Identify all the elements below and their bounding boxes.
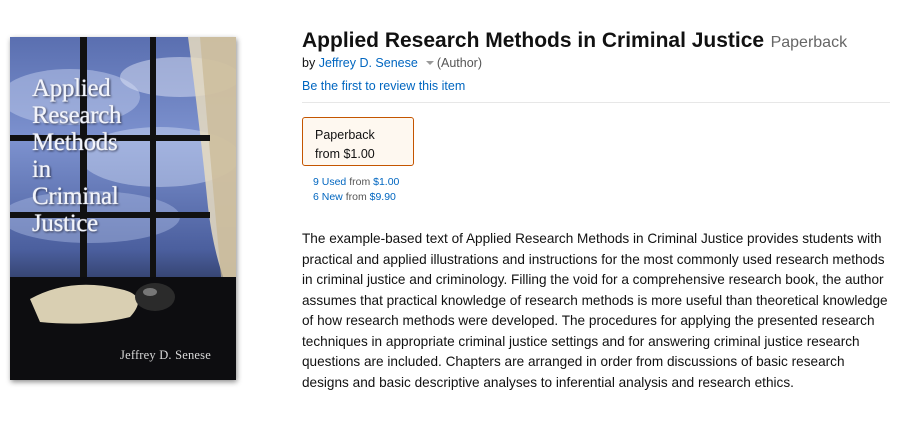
format-option-price: from $1.00 bbox=[315, 147, 375, 161]
author-link[interactable]: Jeffrey D. Senese bbox=[319, 56, 418, 70]
new-price[interactable]: $9.90 bbox=[370, 191, 396, 203]
chevron-down-icon[interactable] bbox=[425, 61, 434, 65]
format-option-label: Paperback bbox=[315, 128, 375, 142]
used-price[interactable]: $1.00 bbox=[373, 176, 399, 188]
product-format: Paperback bbox=[770, 34, 848, 51]
cover-author: Jeffrey D. Senese bbox=[120, 348, 211, 362]
divider bbox=[302, 102, 890, 103]
product-description: The example-based text of Applied Resear… bbox=[302, 231, 888, 390]
product-title-row: Applied Research Methods in Criminal Jus… bbox=[302, 29, 847, 53]
new-offers-link[interactable]: 6 New bbox=[313, 191, 343, 203]
used-from-label: from bbox=[349, 176, 371, 188]
new-from-label: from bbox=[345, 191, 367, 203]
format-option-paperback[interactable]: Paperback from $1.00 bbox=[302, 117, 414, 166]
cover-title: Applied Research Methods in Criminal Jus… bbox=[32, 75, 122, 237]
review-link[interactable]: Be the first to review this item bbox=[302, 79, 465, 93]
by-label: by bbox=[302, 56, 316, 70]
author-role: (Author) bbox=[436, 56, 482, 70]
product-title: Applied Research Methods in Criminal Jus… bbox=[302, 29, 765, 52]
used-offer: 9 Used from $1.00 bbox=[313, 175, 399, 190]
byline: by Jeffrey D. Senese (Author) bbox=[302, 56, 482, 70]
used-offers-link[interactable]: 9 Used bbox=[313, 176, 346, 188]
offers-list: 9 Used from $1.00 6 New from $9.90 bbox=[313, 175, 399, 205]
new-offer: 6 New from $9.90 bbox=[313, 190, 399, 205]
book-cover-image[interactable]: Applied Research Methods in Criminal Jus… bbox=[10, 37, 236, 380]
